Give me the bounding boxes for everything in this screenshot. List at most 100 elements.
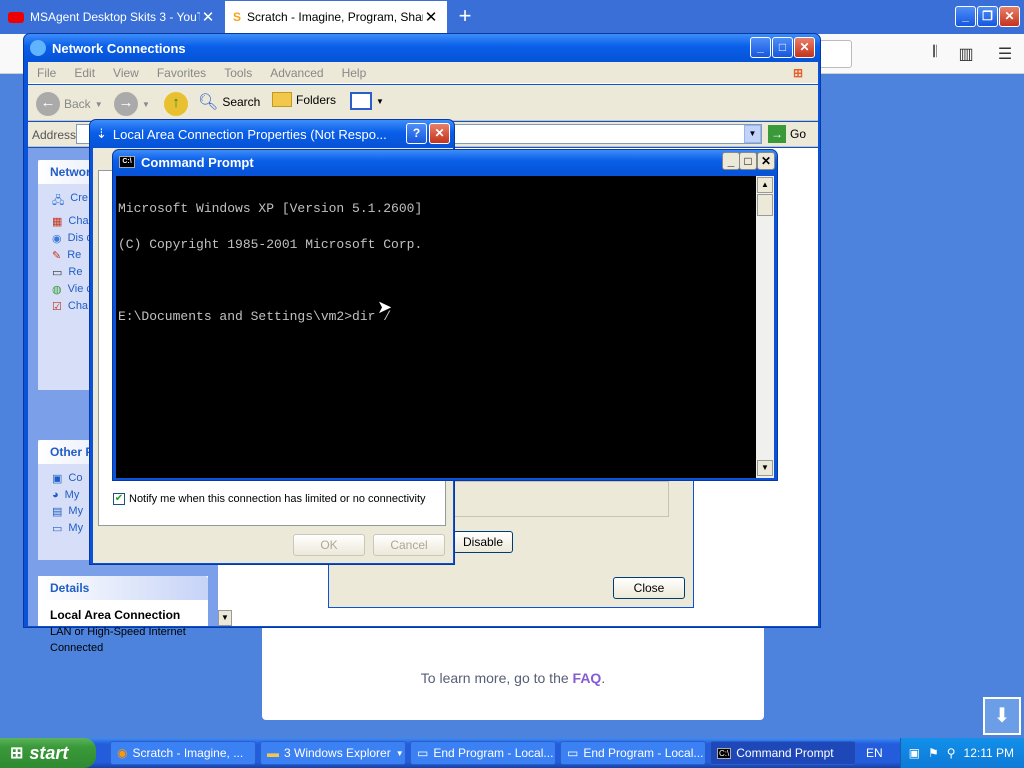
minimize-button[interactable]: _ [955,6,976,27]
new-tab-button[interactable]: + [452,4,478,30]
window-titlebar[interactable]: ⇣ Local Area Connection Properties (Not … [90,120,454,148]
folder-icon [272,92,292,107]
menu-advanced[interactable]: Advanced [261,66,332,80]
scroll-thumb[interactable] [757,194,773,216]
browser-tab-strip: MSAgent Desktop Skits 3 - YouTube ✕ S Sc… [0,0,1024,34]
scroll-down-arrow-icon[interactable]: ⬇ [983,697,1021,735]
search-tray-icon[interactable]: ⚲ [947,746,956,760]
url-bar[interactable] [818,40,852,68]
menu-tools[interactable]: Tools [215,66,261,80]
folder-icon: ▬ [267,746,279,760]
minimize-button[interactable]: _ [750,37,771,58]
help-button[interactable]: ? [406,123,427,144]
close-tab-icon[interactable]: ✕ [423,8,439,26]
console-output[interactable]: Microsoft Windows XP [Version 5.1.2600] … [116,176,756,478]
window-titlebar[interactable]: C:\ Command Prompt [113,150,777,174]
window-title: Network Connections [52,40,186,56]
close-button[interactable]: Close [613,577,685,599]
up-folder-button[interactable]: ↑ [164,92,188,116]
toolbar: ← Back ▼ → ▼ ↑ 🔍︎ Search Folders ▼ [28,85,818,121]
up-folder-icon: ↑ [164,92,188,116]
library-icon[interactable]: 𝄃 [924,44,946,64]
security-tray-icon[interactable]: ⚑ [928,746,939,760]
cmd-icon: C:\ [119,156,135,168]
views-icon [350,92,372,110]
maximize-button[interactable]: □ [772,37,793,58]
start-button[interactable]: ⊞ start [0,738,96,768]
maximize-button[interactable]: □ [739,152,757,170]
search-button[interactable]: 🔍︎ Search [198,92,260,112]
taskbar-button-command-prompt[interactable]: C:\ Command Prompt [710,741,856,765]
menu-edit[interactable]: Edit [65,66,104,80]
close-button[interactable]: ✕ [999,6,1020,27]
youtube-icon [8,11,24,23]
browser-tab-youtube[interactable]: MSAgent Desktop Skits 3 - YouTube ✕ [0,1,224,33]
console-line: (C) Copyright 1985-2001 Microsoft Corp. [118,237,423,252]
back-button[interactable]: ← Back ▼ [36,92,103,116]
clock[interactable]: 12:11 PM [964,746,1014,760]
console-line: Microsoft Windows XP [Version 5.1.2600] [118,201,423,216]
window-icon: ▭ [567,746,579,760]
cancel-button[interactable]: Cancel [373,534,445,556]
views-button[interactable]: ▼ [350,92,384,110]
taskbar-button-end-program-2[interactable]: ▭ End Program - Local... [560,741,706,765]
folders-button[interactable]: Folders [272,92,336,107]
menu-help[interactable]: Help [333,66,376,80]
search-icon: 🔍︎ [198,94,219,111]
notify-label: Notify me when this connection has limit… [129,493,426,505]
repair-icon: ✎ [52,250,62,262]
change-settings-icon: ☑ [52,301,62,313]
close-tab-icon[interactable]: ✕ [200,8,216,26]
faq-card: To learn more, go to the FAQ. [262,628,764,720]
scroll-down-icon[interactable]: ▼ [757,460,773,476]
panel-title[interactable]: Details [38,576,208,600]
close-button[interactable]: ✕ [794,37,815,58]
tab-title: MSAgent Desktop Skits 3 - YouTube [30,10,200,24]
command-prompt-window: C:\ Command Prompt _ □ ✕ Microsoft Windo… [112,149,778,481]
windows-logo-icon: ⊞ [792,65,803,80]
firefox-icon: ◉ [117,746,128,760]
go-button[interactable]: → Go [768,125,806,143]
checkbox[interactable]: ✔ [113,493,125,505]
control-panel-icon: ▣ [52,473,63,485]
detail-status: Connected [50,642,104,654]
taskbar-button-end-program-1[interactable]: ▭ End Program - Local... [410,741,556,765]
ok-button[interactable]: OK [293,534,365,556]
browser-tab-scratch[interactable]: S Scratch - Imagine, Program, Share ✕ [225,1,447,33]
window-title: Local Area Connection Properties (Not Re… [112,126,387,142]
address-dropdown-icon[interactable]: ▼ [744,125,761,143]
taskbar-button-scratch[interactable]: ◉ Scratch - Imagine, ... [110,741,256,765]
network-icon [30,40,46,56]
taskbar-button-explorer[interactable]: ▬ 3 Windows Explorer ▼ [260,741,406,765]
close-button[interactable]: ✕ [429,123,450,144]
window-titlebar[interactable]: Network Connections [24,34,820,62]
console-scrollbar[interactable]: ▲ ▼ [756,176,774,478]
forward-button[interactable]: → ▼ [114,92,150,116]
menu-icon[interactable]: ☰ [994,44,1016,64]
window-icon: ▭ [417,746,429,760]
minimize-button[interactable]: _ [722,152,740,170]
sidebar-icon[interactable]: ▥ [955,44,977,64]
network-tray-icon[interactable]: ▣ [909,746,920,760]
menu-favorites[interactable]: Favorites [148,66,215,80]
notify-checkbox-row[interactable]: ✔ Notify me when this connection has lim… [113,493,426,505]
scroll-up-icon[interactable]: ▲ [757,177,773,193]
status-group [449,481,669,517]
taskbar: ⊞ start ◉ Scratch - Imagine, ... ▬ 3 Windo… [0,738,1024,768]
disable-icon: ◉ [52,233,62,245]
network-icon: 🖧︎ [52,195,65,207]
menu-view[interactable]: View [104,66,148,80]
back-arrow-icon: ← [36,92,60,116]
language-indicator[interactable]: EN [866,746,883,760]
computer-icon: ▭ [52,523,63,535]
menu-file[interactable]: File [28,66,65,80]
disable-button[interactable]: Disable [453,531,513,553]
restore-button[interactable]: ❐ [977,6,998,27]
network-places-icon: ◕ [52,489,59,501]
network-icon: ⇣ [96,126,107,141]
scroll-down-icon[interactable]: ▼ [218,610,232,626]
close-button[interactable]: ✕ [757,152,775,170]
faq-link[interactable]: FAQ [573,670,602,686]
mouse-cursor-icon: ➤ [377,297,393,317]
system-tray: ▣ ⚑ ⚲ 12:11 PM [900,738,1024,768]
